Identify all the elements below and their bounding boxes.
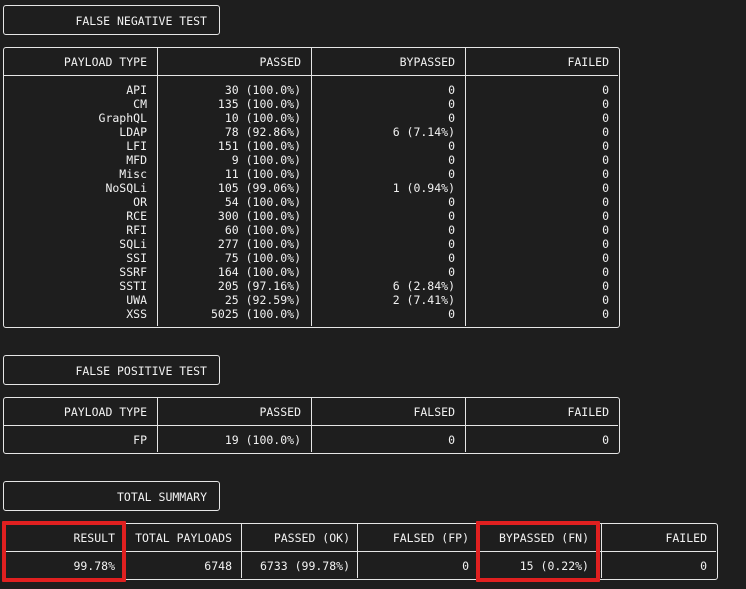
summary-header-passed: PASSED (OK) <box>273 531 350 545</box>
fn-row-passed: 105 (99.06%) <box>217 181 301 195</box>
fn-row-payload-type: NoSQLi <box>105 181 147 195</box>
fn-row-failed: 0 <box>602 139 609 153</box>
fn-header-bypassed: BYPASSED <box>399 55 455 69</box>
summary-value-passed: 6733 (99.78%) <box>259 559 350 573</box>
fn-row-failed: 0 <box>602 237 609 251</box>
summary-title: TOTAL SUMMARY <box>116 490 207 504</box>
fn-row-failed: 0 <box>602 111 609 125</box>
fp-header-passed: PASSED <box>259 405 301 419</box>
fn-row-bypassed: 0 <box>448 153 455 167</box>
fn-row-bypassed: 0 <box>448 209 455 223</box>
fn-row-passed: 300 (100.0%) <box>217 209 301 223</box>
fn-row-payload-type: MFD <box>126 153 147 167</box>
fn-row-passed: 60 (100.0%) <box>224 223 301 237</box>
fn-row-failed: 0 <box>602 195 609 209</box>
fn-row-bypassed: 0 <box>448 223 455 237</box>
fn-row-passed: 164 (100.0%) <box>217 265 301 279</box>
fn-row-passed: 10 (100.0%) <box>224 111 301 125</box>
fn-row-failed: 0 <box>602 167 609 181</box>
fn-row-bypassed: 0 <box>448 97 455 111</box>
summary-value-failed: 0 <box>700 559 707 573</box>
fn-row-payload-type: XSS <box>126 307 147 321</box>
fn-row-passed: 11 (100.0%) <box>224 167 301 181</box>
fn-row-passed: 205 (97.16%) <box>217 279 301 293</box>
fn-row-payload-type: RCE <box>126 209 147 223</box>
fp-row-falsed: 0 <box>448 433 455 447</box>
fn-row-payload-type: LFI <box>126 139 147 153</box>
fn-row-bypassed: 0 <box>448 167 455 181</box>
fn-row-passed: 54 (100.0%) <box>224 195 301 209</box>
summary-header-failed: FAILED <box>665 531 707 545</box>
fn-row-bypassed: 6 (7.14%) <box>392 125 455 139</box>
fn-row-payload-type: SQLi <box>119 237 147 251</box>
fn-test-title: FALSE NEGATIVE TEST <box>75 14 207 28</box>
fn-row-failed: 0 <box>602 97 609 111</box>
fn-row-payload-type: LDAP <box>119 125 147 139</box>
result-highlight-box <box>2 521 126 582</box>
fp-row-failed: 0 <box>602 433 609 447</box>
fn-row-failed: 0 <box>602 181 609 195</box>
summary-value-falsed: 0 <box>462 559 469 573</box>
fp-row-payload-type: FP <box>133 433 147 447</box>
fn-header-passed: PASSED <box>259 55 301 69</box>
fn-row-payload-type: OR <box>133 195 147 209</box>
fn-header-payload-type: PAYLOAD TYPE <box>63 55 147 69</box>
fn-row-bypassed: 0 <box>448 237 455 251</box>
fn-row-payload-type: GraphQL <box>98 111 147 125</box>
fn-row-passed: 9 (100.0%) <box>231 153 301 167</box>
fn-row-bypassed: 0 <box>448 265 455 279</box>
bypassed-highlight-box <box>476 521 600 582</box>
fn-row-failed: 0 <box>602 209 609 223</box>
fn-row-payload-type: SSI <box>126 251 147 265</box>
fn-row-payload-type: UWA <box>126 293 147 307</box>
fn-row-failed: 0 <box>602 153 609 167</box>
fn-row-payload-type: API <box>126 83 147 97</box>
summary-header-total-payloads: TOTAL PAYLOADS <box>135 531 232 545</box>
fn-row-passed: 5025 (100.0%) <box>210 307 301 321</box>
fn-row-payload-type: Misc <box>119 167 147 181</box>
summary-title-box: TOTAL SUMMARY <box>3 481 220 511</box>
fn-row-passed: 135 (100.0%) <box>217 97 301 111</box>
fn-row-payload-type: SSTI <box>119 279 147 293</box>
fn-row-passed: 277 (100.0%) <box>217 237 301 251</box>
fn-row-passed: 151 (100.0%) <box>217 139 301 153</box>
fp-row-passed: 19 (100.0%) <box>224 433 301 447</box>
fn-row-bypassed: 6 (2.84%) <box>392 279 455 293</box>
fn-row-failed: 0 <box>602 83 609 97</box>
fn-row-failed: 0 <box>602 307 609 321</box>
fn-row-bypassed: 0 <box>448 139 455 153</box>
fn-row-bypassed: 0 <box>448 251 455 265</box>
fn-row-passed: 30 (100.0%) <box>224 83 301 97</box>
fn-row-passed: 25 (92.59%) <box>224 293 301 307</box>
fp-header-falsed: FALSED <box>413 405 455 419</box>
fn-row-failed: 0 <box>602 125 609 139</box>
fn-row-bypassed: 1 (0.94%) <box>392 181 455 195</box>
fn-row-bypassed: 2 (7.41%) <box>392 293 455 307</box>
fn-row-passed: 78 (92.86%) <box>224 125 301 139</box>
fn-row-bypassed: 0 <box>448 111 455 125</box>
summary-value-total-payloads: 6748 <box>204 559 232 573</box>
fn-row-failed: 0 <box>602 223 609 237</box>
fp-header-payload-type: PAYLOAD TYPE <box>63 405 147 419</box>
fn-test-table: PAYLOAD TYPE PASSED BYPASSED FAILED API 3… <box>3 47 620 328</box>
fp-test-title-box: FALSE POSITIVE TEST <box>3 355 220 385</box>
summary-header-falsed: FALSED (FP) <box>392 531 469 545</box>
fn-row-payload-type: RFI <box>126 223 147 237</box>
fn-test-title-box: FALSE NEGATIVE TEST <box>3 5 220 35</box>
fn-row-payload-type: CM <box>133 97 147 111</box>
fn-row-bypassed: 0 <box>448 83 455 97</box>
fp-header-failed: FAILED <box>567 405 609 419</box>
fn-row-failed: 0 <box>602 251 609 265</box>
fn-row-failed: 0 <box>602 265 609 279</box>
fn-row-bypassed: 0 <box>448 195 455 209</box>
fn-row-failed: 0 <box>602 279 609 293</box>
fn-header-failed: FAILED <box>567 55 609 69</box>
fn-row-passed: 75 (100.0%) <box>224 251 301 265</box>
fn-row-payload-type: SSRF <box>119 265 147 279</box>
fp-test-title: FALSE POSITIVE TEST <box>75 364 207 378</box>
fn-row-bypassed: 0 <box>448 307 455 321</box>
fn-row-failed: 0 <box>602 293 609 307</box>
fp-test-table: PAYLOAD TYPE PASSED FALSED FAILED FP 19 … <box>3 397 620 454</box>
